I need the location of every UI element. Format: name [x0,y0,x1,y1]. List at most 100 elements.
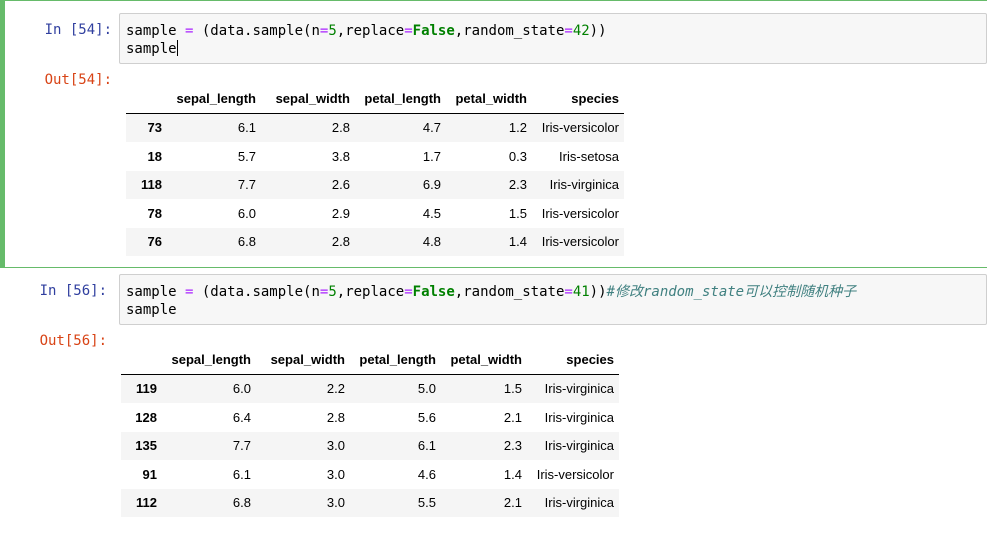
index-header [126,84,167,114]
table-cell: 3.0 [326,495,345,511]
table-header-row: sepal_length sepal_width petal_length pe… [121,345,619,375]
table-cell: 3.0 [326,466,345,482]
code-token: )) [589,23,607,39]
input-prompt: In [54]: [44,22,112,38]
table-cell: 2.1 [503,409,522,425]
code-token: sample [126,302,177,318]
code-token: 5 [328,23,337,39]
text-cursor [176,40,178,56]
code-comment: #修改random_state可以控制随机种子 [606,284,857,300]
code-token: ,replace [336,23,405,39]
table-cell: Iris-virginica [544,438,614,454]
code-token: = [564,284,573,300]
code-token: 41 [572,284,590,300]
table-cell: 6.8 [232,495,251,511]
code-token: sample [126,284,186,300]
code-token: ,random_state [454,23,565,39]
table-row: 91 6.1 3.0 4.6 1.4 Iris-versicolor [121,460,619,489]
code-editor[interactable]: sample = (data.sample(n=5,replace=False,… [119,13,987,64]
code-token: 5 [328,284,337,300]
table-row: 118 7.7 2.6 6.9 2.3 Iris-virginica [126,170,624,199]
row-index: 78 [147,205,162,221]
table-cell: 4.7 [422,120,441,136]
row-index: 118 [141,177,162,193]
code-editor[interactable]: sample = (data.sample(n=5,replace=False,… [119,274,987,325]
code-token: (data.sample(n [193,23,320,39]
table-cell: 3.0 [326,438,345,454]
column-header: sepal_length [167,84,261,114]
table-cell: Iris-virginica [544,381,614,397]
table-cell: 2.8 [326,409,345,425]
column-header: petal_length [350,345,441,375]
code-token: = [564,23,573,39]
table-cell: 2.3 [508,177,527,193]
code-line-2: sample [126,302,177,318]
table-cell: 4.5 [422,205,441,221]
table-cell: 6.1 [417,438,436,454]
table-cell: 5.6 [417,409,436,425]
table-cell: 2.3 [503,438,522,454]
dataframe-table: sepal_length sepal_width petal_length pe… [126,84,624,256]
row-index: 112 [136,495,157,511]
code-token: ,random_state [454,284,565,300]
table-cell: 2.8 [331,120,350,136]
column-header: sepal_width [261,84,355,114]
table-cell: 1.4 [508,234,527,250]
table-cell: 1.5 [503,381,522,397]
table-row: 112 6.8 3.0 5.5 2.1 Iris-virginica [121,488,619,517]
table-cell: 6.1 [232,466,251,482]
table-cell: 4.6 [417,466,436,482]
dataframe-table: sepal_length sepal_width petal_length pe… [121,345,619,517]
table-cell: Iris-virginica [549,177,619,193]
column-header: species [532,84,624,114]
code-token: sample [126,41,177,57]
table-cell: 6.8 [237,234,256,250]
table-cell: 6.1 [237,120,256,136]
input-prompt: In [56]: [39,283,107,299]
table-row: 135 7.7 3.0 6.1 2.3 Iris-virginica [121,431,619,460]
code-line-1: sample = (data.sample(n=5,replace=False,… [126,284,856,300]
notebook-cell-54[interactable]: In [54]: sample = (data.sample(n = 5,repla… [0,0,987,268]
code-token: ,replace [336,284,405,300]
table-cell: Iris-versicolor [541,205,619,221]
table-cell: Iris-versicolor [536,466,614,482]
table-cell: 0.3 [508,148,527,164]
table-cell: 4.8 [422,234,441,250]
column-header: sepal_width [256,345,350,375]
table-cell: 7.7 [237,177,256,193]
row-index: 91 [142,466,157,482]
column-header: species [527,345,619,375]
table-cell: 3.8 [331,148,350,164]
code-token: sample [126,23,186,39]
table-cell: Iris-versicolor [541,120,619,136]
row-index: 76 [147,234,162,250]
table-cell: 1.5 [508,205,527,221]
output-prompt: Out[56]: [39,333,107,349]
code-token: = [404,23,413,39]
table-row: 78 6.0 2.9 4.5 1.5 Iris-versicolor [126,199,624,228]
table-row: 119 6.0 2.2 5.0 1.5 Iris-virginica [121,374,619,403]
code-line-1: sample = (data.sample(n=5,replace=False,… [126,23,607,39]
table-cell: 2.9 [331,205,350,221]
table-cell: Iris-virginica [544,409,614,425]
row-index: 119 [136,381,157,397]
table-cell: 2.6 [331,177,350,193]
table-cell: Iris-versicolor [541,234,619,250]
table-row: 76 6.8 2.8 4.8 1.4 Iris-versicolor [126,227,624,256]
table-cell: 5.0 [417,381,436,397]
table-cell: Iris-virginica [544,495,614,511]
table-cell: 6.4 [232,409,251,425]
table-cell: 6.0 [237,205,256,221]
notebook-cell-56[interactable]: In [56]: sample = (data.sample(n = 5,repla… [0,268,987,536]
table-cell: 2.2 [326,381,345,397]
table-cell: 6.0 [232,381,251,397]
table-cell: 5.7 [237,148,256,164]
code-token: False [412,23,455,39]
table-cell: 7.7 [232,438,251,454]
code-line-2: sample [126,40,178,57]
code-token: False [412,284,455,300]
table-row: 73 6.1 2.8 4.7 1.2 Iris-versicolor [126,113,624,142]
output-prompt: Out[54]: [44,72,112,88]
table-cell: Iris-setosa [559,148,619,164]
column-header: petal_width [441,345,527,375]
